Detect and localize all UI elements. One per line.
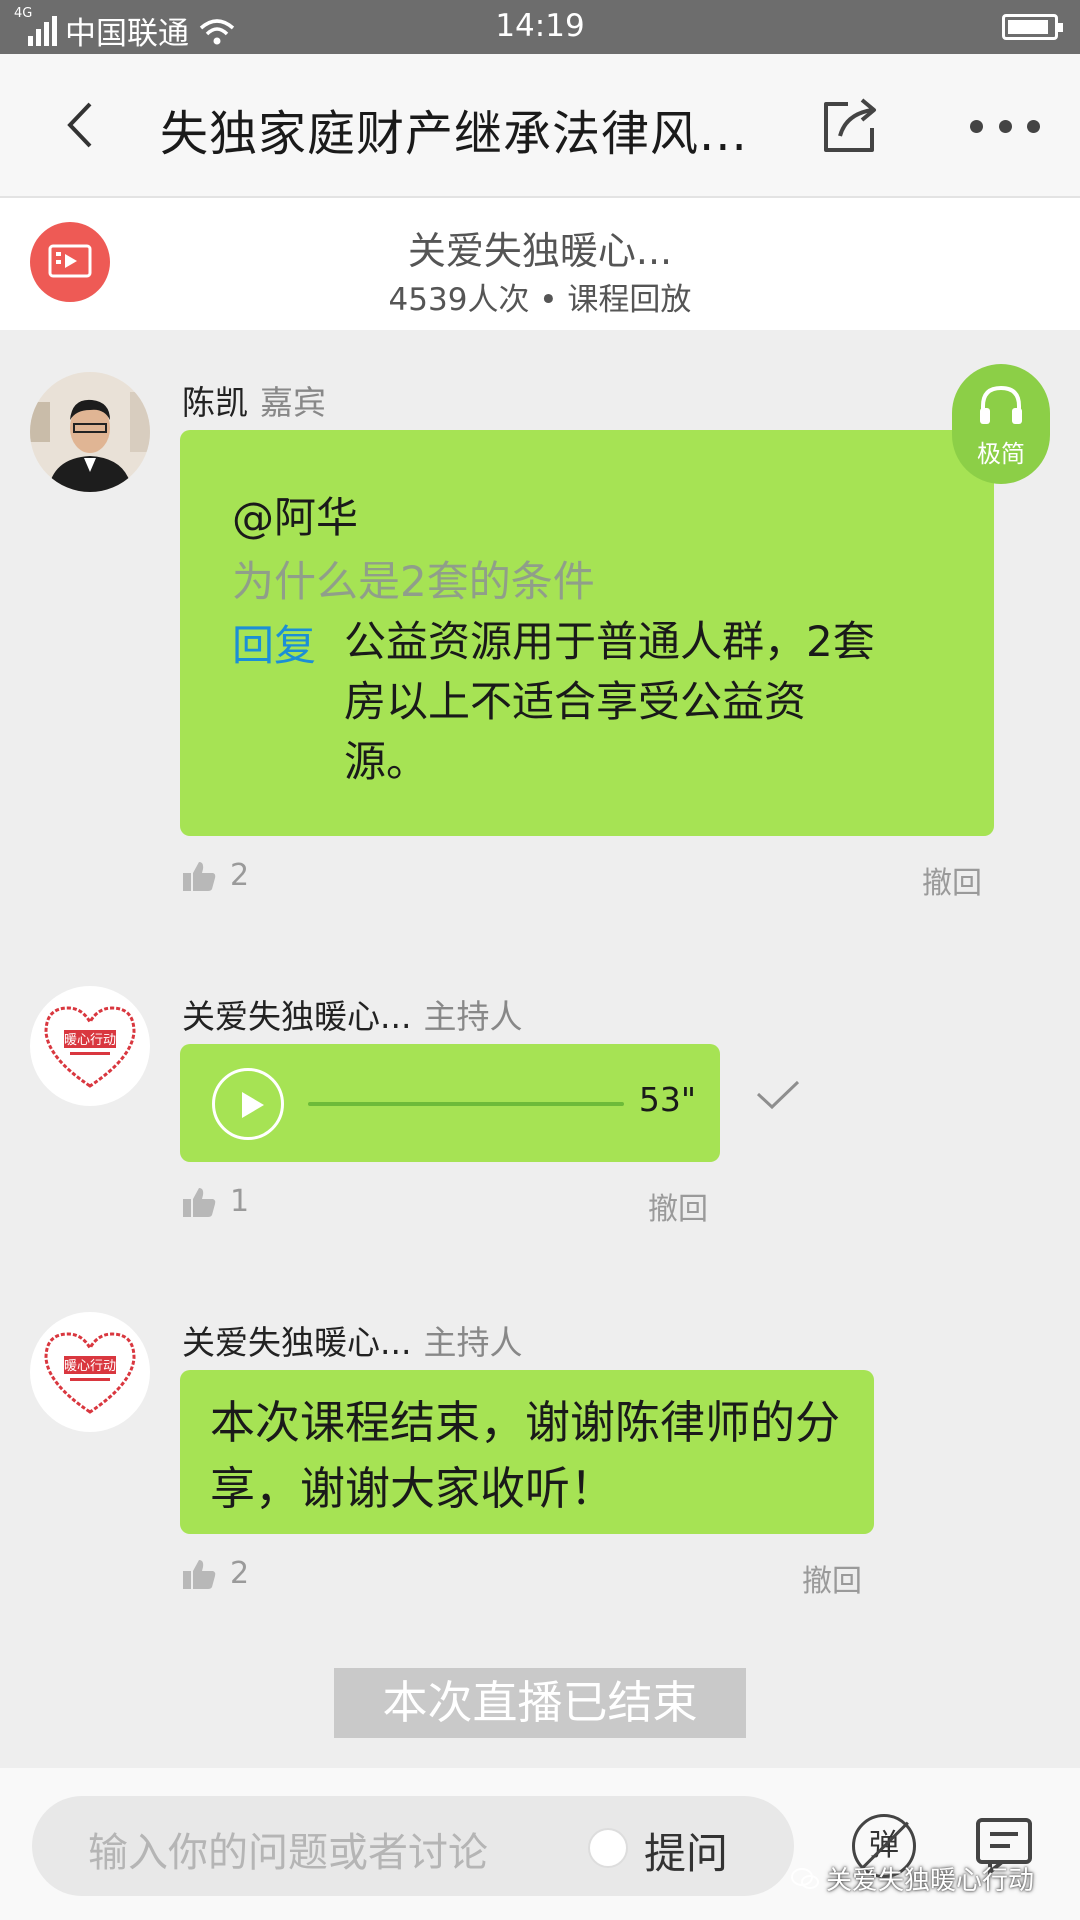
status-bar: 4G 中国联通 14:19 [0,0,1080,54]
role-badge: 嘉宾 [260,383,326,422]
headphones-icon [980,385,1022,424]
like-count: 2 [230,858,250,893]
thumbs-up-icon [183,1559,216,1589]
input-placeholder: 输入你的问题或者讨论 [88,1830,488,1876]
simple-mode-label: 极简 [977,440,1025,468]
live-ended-banner: 本次直播已结束 [334,1668,746,1738]
audio-duration: 53" [638,1080,696,1119]
logo-text: 暖心行动 [64,1033,116,1048]
page-title: 失独家庭财产继承法律风... [160,106,748,162]
play-icon[interactable] [212,1068,284,1140]
heart-logo: 暖心行动 [44,1332,136,1414]
role-badge: 主持人 [423,997,523,1036]
reply-quote: 为什么是2套的条件 [232,557,595,606]
recall-button[interactable]: 撤回 [922,858,982,902]
text-bubble[interactable]: 本次课程结束，谢谢陈律师的分享，谢谢大家收听！ [180,1370,874,1534]
reply-mention: @阿华 [232,493,359,542]
ask-label[interactable]: 提问 [644,1820,728,1881]
watermark: 关爱失独暖心行动 [790,1860,1034,1897]
avatar[interactable] [30,372,150,492]
role-badge: 主持人 [423,1323,523,1362]
check-icon [756,1080,800,1110]
simple-mode-button[interactable]: 极简 [952,364,1050,484]
avatar[interactable]: 暖心行动 [30,986,150,1106]
like-button[interactable]: 2 [182,858,249,893]
wechat-icon [791,1867,819,1889]
reply-bubble[interactable]: @阿华 为什么是2套的条件 回复 公益资源用于普通人群，2套房以上不适合享受公益… [180,430,994,836]
danmaku-label: 弹 [869,1828,899,1863]
reply-tag: 回复 [232,621,317,670]
course-header[interactable]: 关爱失独暖心... 4539人次 • 课程回放 [0,198,1080,330]
sender-name: 关爱失独暖心... 主持人 [182,990,522,1038]
audio-progress-track[interactable] [308,1102,624,1106]
course-meta: 4539人次 • 课程回放 [388,282,692,318]
share-icon[interactable] [818,94,882,158]
battery-icon [1002,14,1063,40]
clock: 14:19 [495,8,585,44]
sender-name: 关爱失独暖心... 主持人 [182,1316,522,1364]
nav-bar: 失独家庭财产继承法律风... [0,54,1080,198]
sender-label: 陈凯 [182,383,248,422]
audio-bubble[interactable]: 53" [180,1044,720,1162]
avatar[interactable]: 暖心行动 [30,1312,150,1432]
logo-text: 暖心行动 [64,1359,116,1374]
like-button[interactable]: 1 [182,1184,249,1219]
sender-label: 关爱失独暖心... [182,997,412,1036]
watermark-text: 关爱失独暖心行动 [826,1866,1035,1896]
message-text: 本次课程结束，谢谢陈律师的分享，谢谢大家收听！ [210,1396,841,1515]
recall-button[interactable]: 撤回 [802,1556,862,1600]
bottom-bar: 输入你的问题或者讨论 提问 弹 关爱失独暖心行动 [0,1768,1080,1920]
thumbs-up-icon [183,861,216,891]
more-icon[interactable] [970,118,1040,134]
sender-label: 关爱失独暖心... [182,1323,412,1362]
reply-text: 公益资源用于普通人群，2套房以上不适合享受公益资源。 [344,617,875,786]
recall-button[interactable]: 撤回 [648,1184,708,1228]
like-count: 1 [230,1184,250,1219]
like-button[interactable]: 2 [182,1556,249,1591]
like-count: 2 [230,1556,250,1591]
heart-logo: 暖心行动 [44,1006,136,1088]
question-input[interactable]: 输入你的问题或者讨论 提问 [32,1796,794,1896]
sender-name: 陈凯 嘉宾 [182,376,326,424]
guest-photo [30,372,150,492]
course-name: 关爱失独暖心... [407,229,673,273]
thumbs-up-icon [183,1187,216,1217]
back-arrow-icon[interactable] [56,100,106,150]
ask-toggle[interactable] [588,1828,628,1868]
